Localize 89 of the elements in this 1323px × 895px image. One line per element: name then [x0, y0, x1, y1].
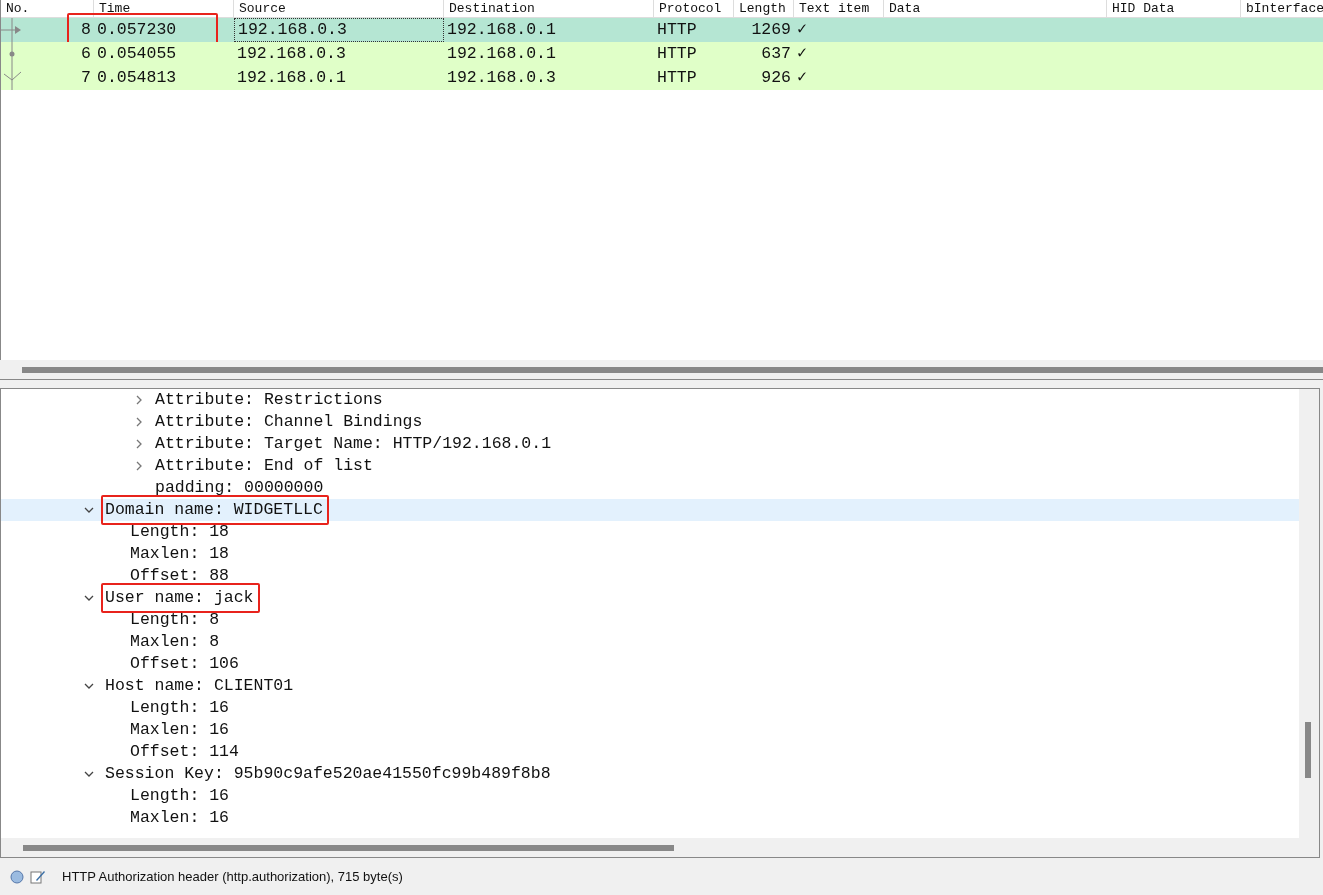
table-cell-text: 0.054813 [97, 67, 177, 89]
table-cell-text: 0.054055 [97, 43, 177, 65]
tree-item-text: Offset: 106 [130, 653, 239, 675]
tree-item-text: Session Key: 95b90c9afe520ae41550fc99b489f8b8 [105, 763, 551, 785]
column-header[interactable]: HID Data [1107, 0, 1241, 17]
tree-item-text: Offset: 88 [130, 565, 230, 587]
tree-item-text: Maxlen: 8 [130, 631, 220, 653]
table-cell-text: 0.057230 [97, 19, 177, 41]
tree-item-text: Maxlen: 16 [130, 719, 230, 741]
tree-item-text: Offset: 114 [130, 741, 239, 763]
table-cell-text: 6 [81, 43, 91, 65]
tree-row[interactable]: Host name: CLIENT01 [1, 675, 1299, 697]
tree-item-text: Length: 18 [130, 521, 230, 543]
tree-row[interactable]: Offset: 106 [1, 653, 1299, 675]
tree-row[interactable]: Length: 16 [1, 697, 1299, 719]
chevron-right-icon[interactable] [136, 439, 142, 449]
tree-item-text: Attribute: Channel Bindings [155, 411, 423, 433]
tree-item-text: Host name: CLIENT01 [105, 675, 294, 697]
tree-item-text: Length: 16 [130, 697, 230, 719]
scrollbar-thumb[interactable] [23, 844, 674, 851]
table-cell-text: HTTP [657, 67, 697, 89]
table-cell-text: 192.168.0.3 [447, 67, 556, 89]
tree-item-text: Length: 8 [130, 609, 220, 631]
column-header[interactable]: bInterface [1241, 0, 1323, 17]
tree-row[interactable]: Offset: 88 [1, 565, 1299, 587]
check-mark: ✓ [797, 67, 807, 89]
column-header[interactable]: Source [234, 0, 444, 17]
tree-row[interactable]: Attribute: End of list [1, 455, 1299, 477]
tree-row[interactable]: padding: 00000000 [1, 477, 1299, 499]
chevron-down-icon[interactable] [84, 507, 94, 513]
tree-row[interactable]: Length: 18 [1, 521, 1299, 543]
packet-row[interactable]: 6 0.054055 192.168.0.3 192.168.0.1 HTTP 637 ✓ [1, 42, 1323, 66]
tree-row[interactable]: Domain name: WIDGETLLC [1, 499, 1299, 521]
tree-row[interactable]: Maxlen: 16 [1, 807, 1299, 829]
dot-icon [9, 42, 15, 66]
tree-item-text: Maxlen: 18 [130, 543, 230, 565]
tree-row[interactable]: Maxlen: 16 [1, 719, 1299, 741]
chevron-right-icon[interactable] [136, 395, 142, 405]
tree-row[interactable]: Maxlen: 18 [1, 543, 1299, 565]
table-cell-text: 926 [761, 67, 791, 89]
tree-item-text: padding: 00000000 [155, 477, 324, 499]
tree-row[interactable]: Maxlen: 8 [1, 631, 1299, 653]
tree-item-text: Attribute: Restrictions [155, 389, 383, 411]
chevron-right-icon[interactable] [136, 417, 142, 427]
table-cell-text: 192.168.0.3 [238, 19, 347, 41]
tree-row[interactable]: Length: 16 [1, 785, 1299, 807]
edit-icon[interactable] [30, 869, 46, 884]
table-cell-text: HTTP [657, 43, 697, 65]
tree-row[interactable]: Attribute: Channel Bindings [1, 411, 1299, 433]
table-cell-text: HTTP [657, 19, 697, 41]
scrollbar-thumb[interactable] [22, 366, 1323, 373]
tree-row[interactable]: User name: jack [1, 587, 1299, 609]
tree-row[interactable]: Attribute: Restrictions [1, 389, 1299, 411]
tree-row[interactable]: Attribute: Target Name: HTTP/192.168.0.1 [1, 433, 1299, 455]
packet-row[interactable]: 8 0.057230 192.168.0.3 192.168.0.1 HTTP 1269 ✓ [1, 18, 1323, 42]
chevron-down-icon[interactable] [84, 683, 94, 689]
table-cell-text: 637 [761, 43, 791, 65]
tree-item-text: User name: jack [105, 587, 254, 609]
status-text: HTTP Authorization header (http.authorization), 715 byte(s) [62, 867, 403, 886]
scrollbar-thumb[interactable] [1305, 722, 1311, 778]
column-header[interactable]: Data [884, 0, 1107, 17]
column-header[interactable]: Protocol [654, 0, 734, 17]
tree-item-text: Maxlen: 16 [130, 807, 230, 829]
table-cell-text: 192.168.0.3 [237, 43, 346, 65]
tree-row[interactable]: Offset: 114 [1, 741, 1299, 763]
table-cell-text: 192.168.0.1 [447, 43, 556, 65]
table-cell-text: 192.168.0.1 [447, 19, 556, 41]
check-mark: ✓ [797, 19, 807, 41]
column-header[interactable]: No. [1, 0, 94, 17]
table-cell-text: 7 [81, 67, 91, 89]
column-header[interactable]: Text item [794, 0, 884, 17]
column-header[interactable]: Length [734, 0, 794, 17]
chevron-right-icon[interactable] [136, 461, 142, 471]
table-cell-text: 192.168.0.1 [237, 67, 346, 89]
tree-item-text: Length: 16 [130, 785, 230, 807]
column-header[interactable]: Destination [444, 0, 654, 17]
table-cell-text: 1269 [751, 19, 791, 41]
column-header[interactable]: Time [94, 0, 234, 17]
packet-row[interactable]: 7 0.054813 192.168.0.1 192.168.0.3 HTTP 926 ✓ [1, 66, 1323, 90]
status-circle-icon[interactable] [10, 869, 24, 884]
table-cell-text: 8 [81, 19, 91, 41]
tree-item-text: Attribute: End of list [155, 455, 373, 477]
check-mark: ✓ [797, 43, 807, 65]
tree-row[interactable]: Session Key: 95b90c9afe520ae41550fc99b489f8b8 [1, 763, 1299, 785]
tree-item-text: Attribute: Target Name: HTTP/192.168.0.1 [155, 433, 552, 455]
tree-row[interactable]: Length: 8 [1, 609, 1299, 631]
chevron-down-icon[interactable] [84, 595, 94, 601]
tree-item-text: Domain name: WIDGETLLC [105, 499, 323, 521]
chevron-down-icon[interactable] [84, 771, 94, 777]
